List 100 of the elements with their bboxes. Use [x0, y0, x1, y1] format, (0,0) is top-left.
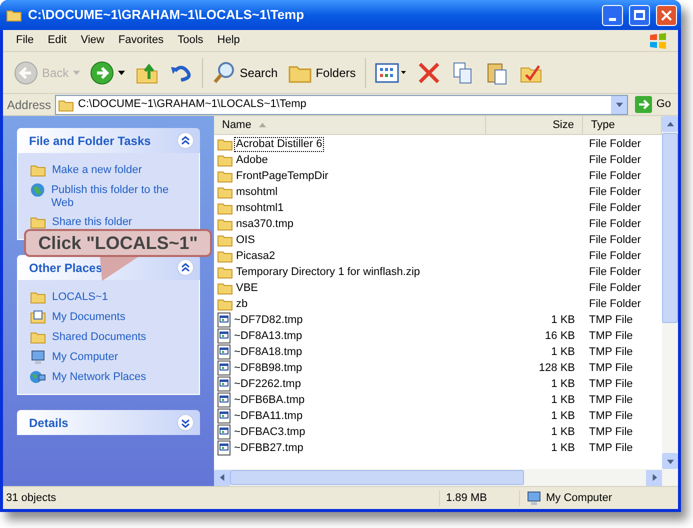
file-name[interactable]: Picasa2 [235, 250, 276, 262]
file-name[interactable]: ~DF8B98.tmp [233, 362, 304, 374]
file-type: File Folder [589, 298, 641, 310]
maximize-button[interactable] [629, 4, 650, 26]
menu-item[interactable]: Favorites [111, 32, 171, 49]
file-name[interactable]: Acrobat Distiller 6 [235, 138, 324, 150]
file-type: File Folder [589, 218, 641, 230]
file-icon [217, 360, 231, 376]
file-name[interactable]: ~DFB6BA.tmp [233, 394, 306, 406]
task-link[interactable]: Make a new folder [52, 162, 142, 177]
file-type: File Folder [589, 138, 641, 150]
address-field[interactable]: C:\DOCUME~1\GRAHAM~1\LOCALS~1\Temp [55, 94, 628, 114]
column-header[interactable]: Size [486, 116, 583, 134]
expand-chevron-icon[interactable] [177, 414, 194, 431]
task-link[interactable]: My Documents [52, 309, 126, 324]
scroll-up-icon [666, 120, 674, 128]
file-name[interactable]: zb [235, 298, 249, 310]
task-link[interactable]: Publish this folder to the Web [51, 182, 187, 210]
file-name[interactable]: ~DFBB27.tmp [233, 442, 304, 454]
menu-item[interactable]: Edit [40, 32, 74, 49]
menu-item[interactable]: File [9, 32, 41, 49]
folders-button[interactable]: Folders [284, 56, 359, 88]
task-link[interactable]: My Computer [52, 349, 118, 364]
file-icon [217, 312, 231, 328]
file-icon [217, 344, 231, 360]
file-type: File Folder [589, 170, 641, 182]
computer-icon [526, 490, 542, 506]
file-name[interactable]: ~DF7D82.tmp [233, 314, 304, 326]
file-name[interactable]: VBE [235, 282, 260, 294]
status-text: My Computer [546, 490, 612, 506]
file-icon [217, 440, 231, 456]
file-type: File Folder [589, 266, 641, 278]
minimize-button[interactable] [602, 4, 623, 26]
file-name[interactable]: ~DF8A18.tmp [233, 346, 304, 358]
file-name[interactable]: ~DFBA11.tmp [233, 410, 304, 422]
menu-item[interactable]: Help [210, 32, 247, 49]
collapse-chevron-icon[interactable] [177, 259, 194, 276]
scroll-right-icon [650, 474, 658, 481]
file-name[interactable]: FrontPageTempDir [235, 170, 330, 182]
file-size: 1 KB [551, 346, 575, 358]
task-link[interactable]: Share this folder [52, 214, 132, 229]
file-type: TMP File [589, 442, 633, 454]
go-button[interactable]: Go [632, 96, 674, 113]
file-name[interactable]: Adobe [235, 154, 269, 166]
file-icon [217, 328, 231, 344]
column-header[interactable]: Name [214, 116, 486, 134]
views-grid-icon [374, 62, 407, 84]
status-text: 31 objects [5, 490, 58, 506]
file-name[interactable]: msohtml1 [235, 202, 285, 214]
file-type: File Folder [589, 282, 641, 294]
caret-icon [118, 69, 125, 76]
task-link[interactable]: Shared Documents [52, 329, 146, 344]
file-size: 1 KB [551, 442, 575, 454]
file-name[interactable]: ~DFBAC3.tmp [233, 426, 306, 438]
panel-header[interactable]: Details [17, 410, 200, 435]
task-link[interactable]: LOCALS~1 [52, 289, 108, 304]
file-size: 1 KB [551, 314, 575, 326]
file-icon [217, 408, 231, 424]
file-type: TMP File [589, 314, 633, 326]
file-type: TMP File [589, 330, 633, 342]
collapse-chevron-icon[interactable] [177, 132, 194, 149]
file-name[interactable]: ~DF2262.tmp [233, 378, 302, 390]
file-size: 128 KB [538, 362, 575, 374]
scroll-down-icon [666, 458, 674, 464]
panel-title: Details [29, 414, 68, 432]
dropdown-button[interactable] [611, 96, 628, 114]
file-type: TMP File [589, 394, 633, 406]
callout-tail-icon [100, 257, 140, 283]
close-icon [661, 10, 672, 20]
file-name[interactable]: Temporary Directory 1 for winflash.zip [235, 266, 422, 278]
file-type: File Folder [589, 234, 641, 246]
horizontal-scrollbar[interactable] [214, 469, 678, 486]
file-type: TMP File [589, 362, 633, 374]
caret-icon [616, 101, 623, 108]
file-name[interactable]: msohtml [235, 186, 279, 198]
file-size: 1 KB [551, 394, 575, 406]
network-icon [30, 369, 46, 385]
task-link[interactable]: My Network Places [52, 369, 146, 384]
sort-arrow-icon [259, 122, 266, 128]
vertical-scrollbar[interactable] [662, 116, 678, 469]
file-size: 1 KB [551, 426, 575, 438]
file-type: File Folder [589, 202, 641, 214]
file-name[interactable]: nsa370.tmp [235, 218, 294, 230]
window-title: C:\DOCUME~1\GRAHAM~1\LOCALS~1\Temp [28, 6, 306, 24]
panel-header[interactable]: File and Folder Tasks [17, 128, 200, 153]
windows-flag-icon [648, 32, 668, 50]
file-size: 16 KB [545, 330, 575, 342]
file-type: TMP File [589, 378, 633, 390]
file-size: 1 KB [551, 378, 575, 390]
scroll-left-icon [218, 474, 226, 481]
file-name[interactable]: OIS [235, 234, 256, 246]
close-button[interactable] [656, 4, 677, 26]
address-label: Address [7, 96, 52, 114]
file-name[interactable]: ~DF8A13.tmp [233, 330, 304, 342]
file-type: TMP File [589, 426, 633, 438]
globe-icon [30, 182, 46, 198]
search-button[interactable]: Search [208, 56, 281, 88]
menu-item[interactable]: Tools [170, 32, 210, 49]
delete-x-icon [416, 60, 441, 84]
menu-item[interactable]: View [74, 32, 112, 49]
